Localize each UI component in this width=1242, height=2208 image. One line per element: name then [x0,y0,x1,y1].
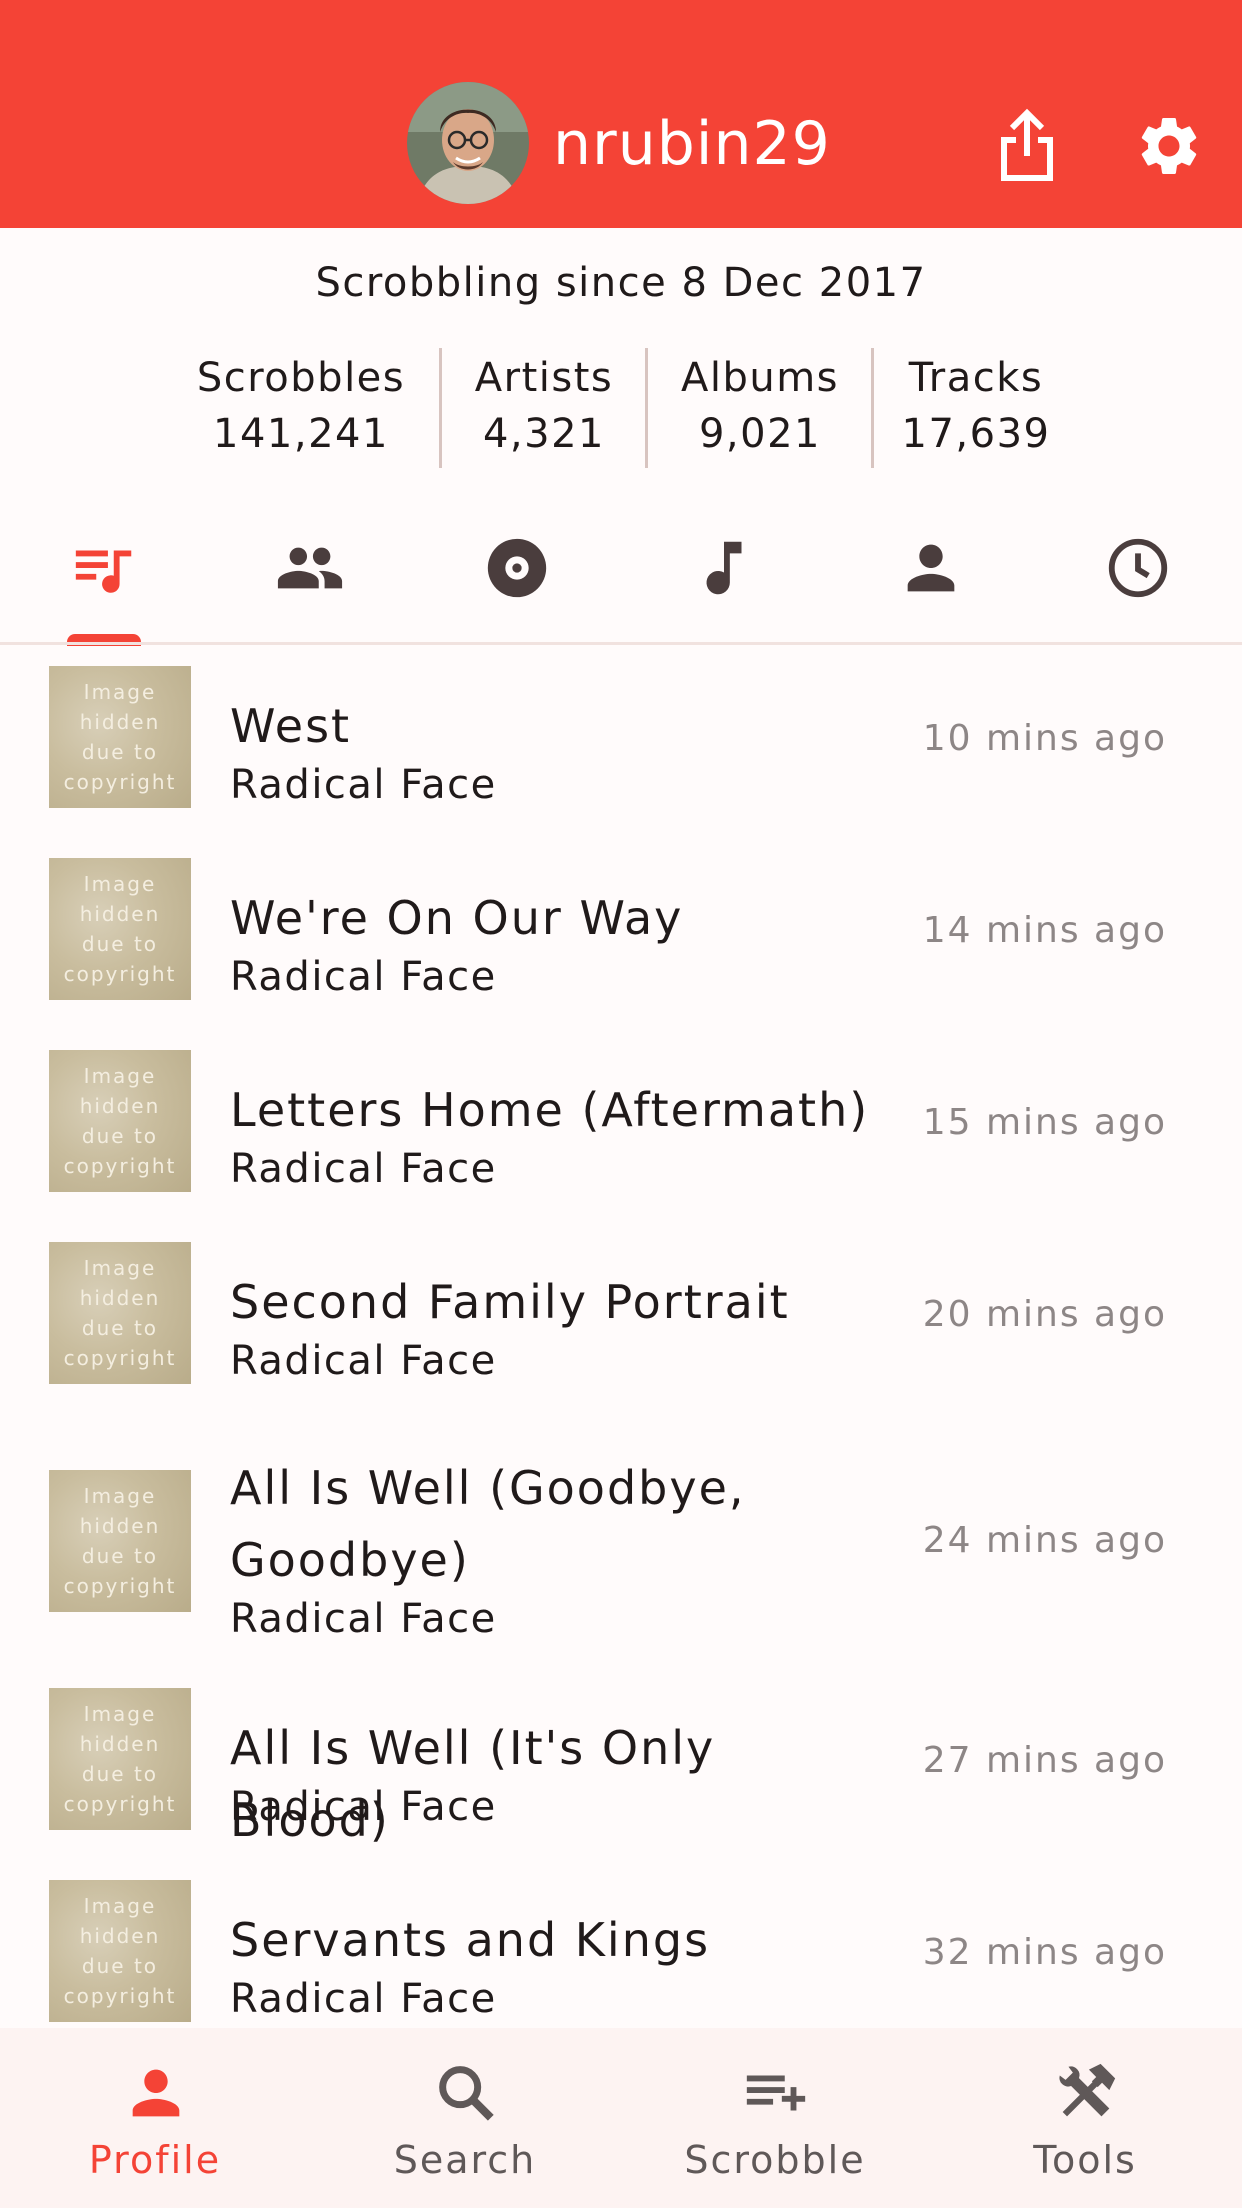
stat-label: Tracks [908,355,1044,401]
track-artist: Radical Face [230,1784,497,1830]
tab-albums[interactable] [482,528,552,608]
stat-albums: Albums 9,021 [672,352,848,472]
track-artist: Radical Face [230,762,497,808]
album-art-placeholder: Image hidden due to copyright [49,1470,191,1612]
list-item[interactable]: Image hidden due to copyright All Is Wel… [0,1416,1242,1668]
album-art-placeholder: Image hidden due to copyright [49,1242,191,1384]
track-artist: Radical Face [230,1976,497,2022]
stat-label: Artists [474,355,614,401]
person-icon [132,2069,180,2117]
stat-artists: Artists 4,321 [466,352,622,472]
track-artist: Radical Face [230,1338,497,1384]
stat-value: 4,321 [482,411,605,457]
scrobble-time: 15 mins ago [922,1102,1167,1143]
gear-icon [1141,117,1197,174]
scrobble-time: 10 mins ago [922,718,1167,759]
tab-recent-scrobbles[interactable] [70,528,140,608]
nav-tools[interactable]: Tools [930,2028,1240,2208]
share-icon [1001,108,1053,181]
bottom-navigation: Profile Search Scrobble Tools [0,2028,1242,2208]
list-item[interactable]: Image hidden due to copyright All Is Wel… [0,1668,1242,1860]
stat-label: Albums [680,355,840,401]
username: nrubin29 [553,109,831,179]
clock-icon [1108,538,1168,598]
stat-value: 9,021 [698,411,821,457]
scrobble-time: 14 mins ago [922,910,1167,951]
app-header: nrubin29 [0,0,1242,228]
stat-divider [645,348,648,468]
nav-profile[interactable]: Profile [0,2028,310,2208]
album-art-placeholder: Image hidden due to copyright [49,666,191,808]
tab-friends[interactable] [275,528,345,608]
track-artist: Radical Face [230,954,497,1000]
scrobble-time: 20 mins ago [922,1294,1167,1335]
search-icon [439,2066,494,2121]
nav-scrobble[interactable]: Scrobble [620,2028,930,2208]
tools-icon [1059,2063,1116,2117]
stat-divider [871,348,874,468]
scrobble-time: 24 mins ago [922,1520,1167,1561]
scrobble-time: 32 mins ago [922,1932,1167,1973]
nav-label: Tools [1033,2138,1137,2182]
list-item[interactable]: Image hidden due to copyright We're On O… [0,840,1242,1032]
tab-history[interactable] [1103,528,1173,608]
tabs-divider [0,642,1242,645]
list-item[interactable]: Image hidden due to copyright Servants a… [0,1860,1242,2028]
stat-divider [439,348,442,468]
friends-icon [277,547,343,589]
album-art-placeholder: Image hidden due to copyright [49,1050,191,1192]
tab-artists[interactable] [896,528,966,608]
stat-scrobbles: Scrobbles 141,241 [190,352,412,472]
share-button[interactable] [992,108,1062,184]
track-artist: Radical Face [230,1596,497,1642]
album-art-placeholder: Image hidden due to copyright [49,1880,191,2022]
stat-tracks: Tracks 17,639 [898,352,1054,472]
nav-label: Scrobble [684,2138,866,2182]
track-artist: Radical Face [230,1146,497,1192]
nav-search[interactable]: Search [310,2028,620,2208]
stat-value: 141,241 [213,411,389,457]
track-title: All Is Well (Goodbye, Goodbye) [230,1461,746,1587]
nav-label: Profile [88,2138,222,2182]
settings-button[interactable] [1134,108,1204,184]
track-title: We're On Our Way [230,891,684,945]
scrobbling-since-text: Scrobbling since 8 Dec 2017 [315,260,927,306]
playlist-add-icon [746,2075,806,2111]
album-art-placeholder: Image hidden due to copyright [49,858,191,1000]
track-title: West [230,699,352,753]
recent-scrobbles-icon [75,550,132,593]
album-icon [487,538,547,598]
nav-label: Search [393,2138,537,2182]
track-title: Letters Home (Aftermath) [230,1083,870,1137]
list-item[interactable]: Image hidden due to copyright Letters Ho… [0,1032,1242,1224]
scrobble-time: 27 mins ago [922,1740,1167,1781]
avatar[interactable] [407,82,529,204]
track-title: Second Family Portrait [230,1275,790,1329]
track-title: Servants and Kings [230,1913,711,1967]
album-art-placeholder: Image hidden due to copyright [49,1688,191,1830]
stat-value: 17,639 [901,411,1051,457]
list-item[interactable]: Image hidden due to copyright Second Fam… [0,1224,1242,1416]
tab-tracks[interactable] [689,528,759,608]
list-item[interactable]: Image hidden due to copyright West Radic… [0,648,1242,840]
scrobble-list[interactable]: Image hidden due to copyright West Radic… [0,648,1242,2028]
stat-label: Scrobbles [196,355,406,401]
track-icon [706,541,742,595]
artist-icon [907,544,955,592]
